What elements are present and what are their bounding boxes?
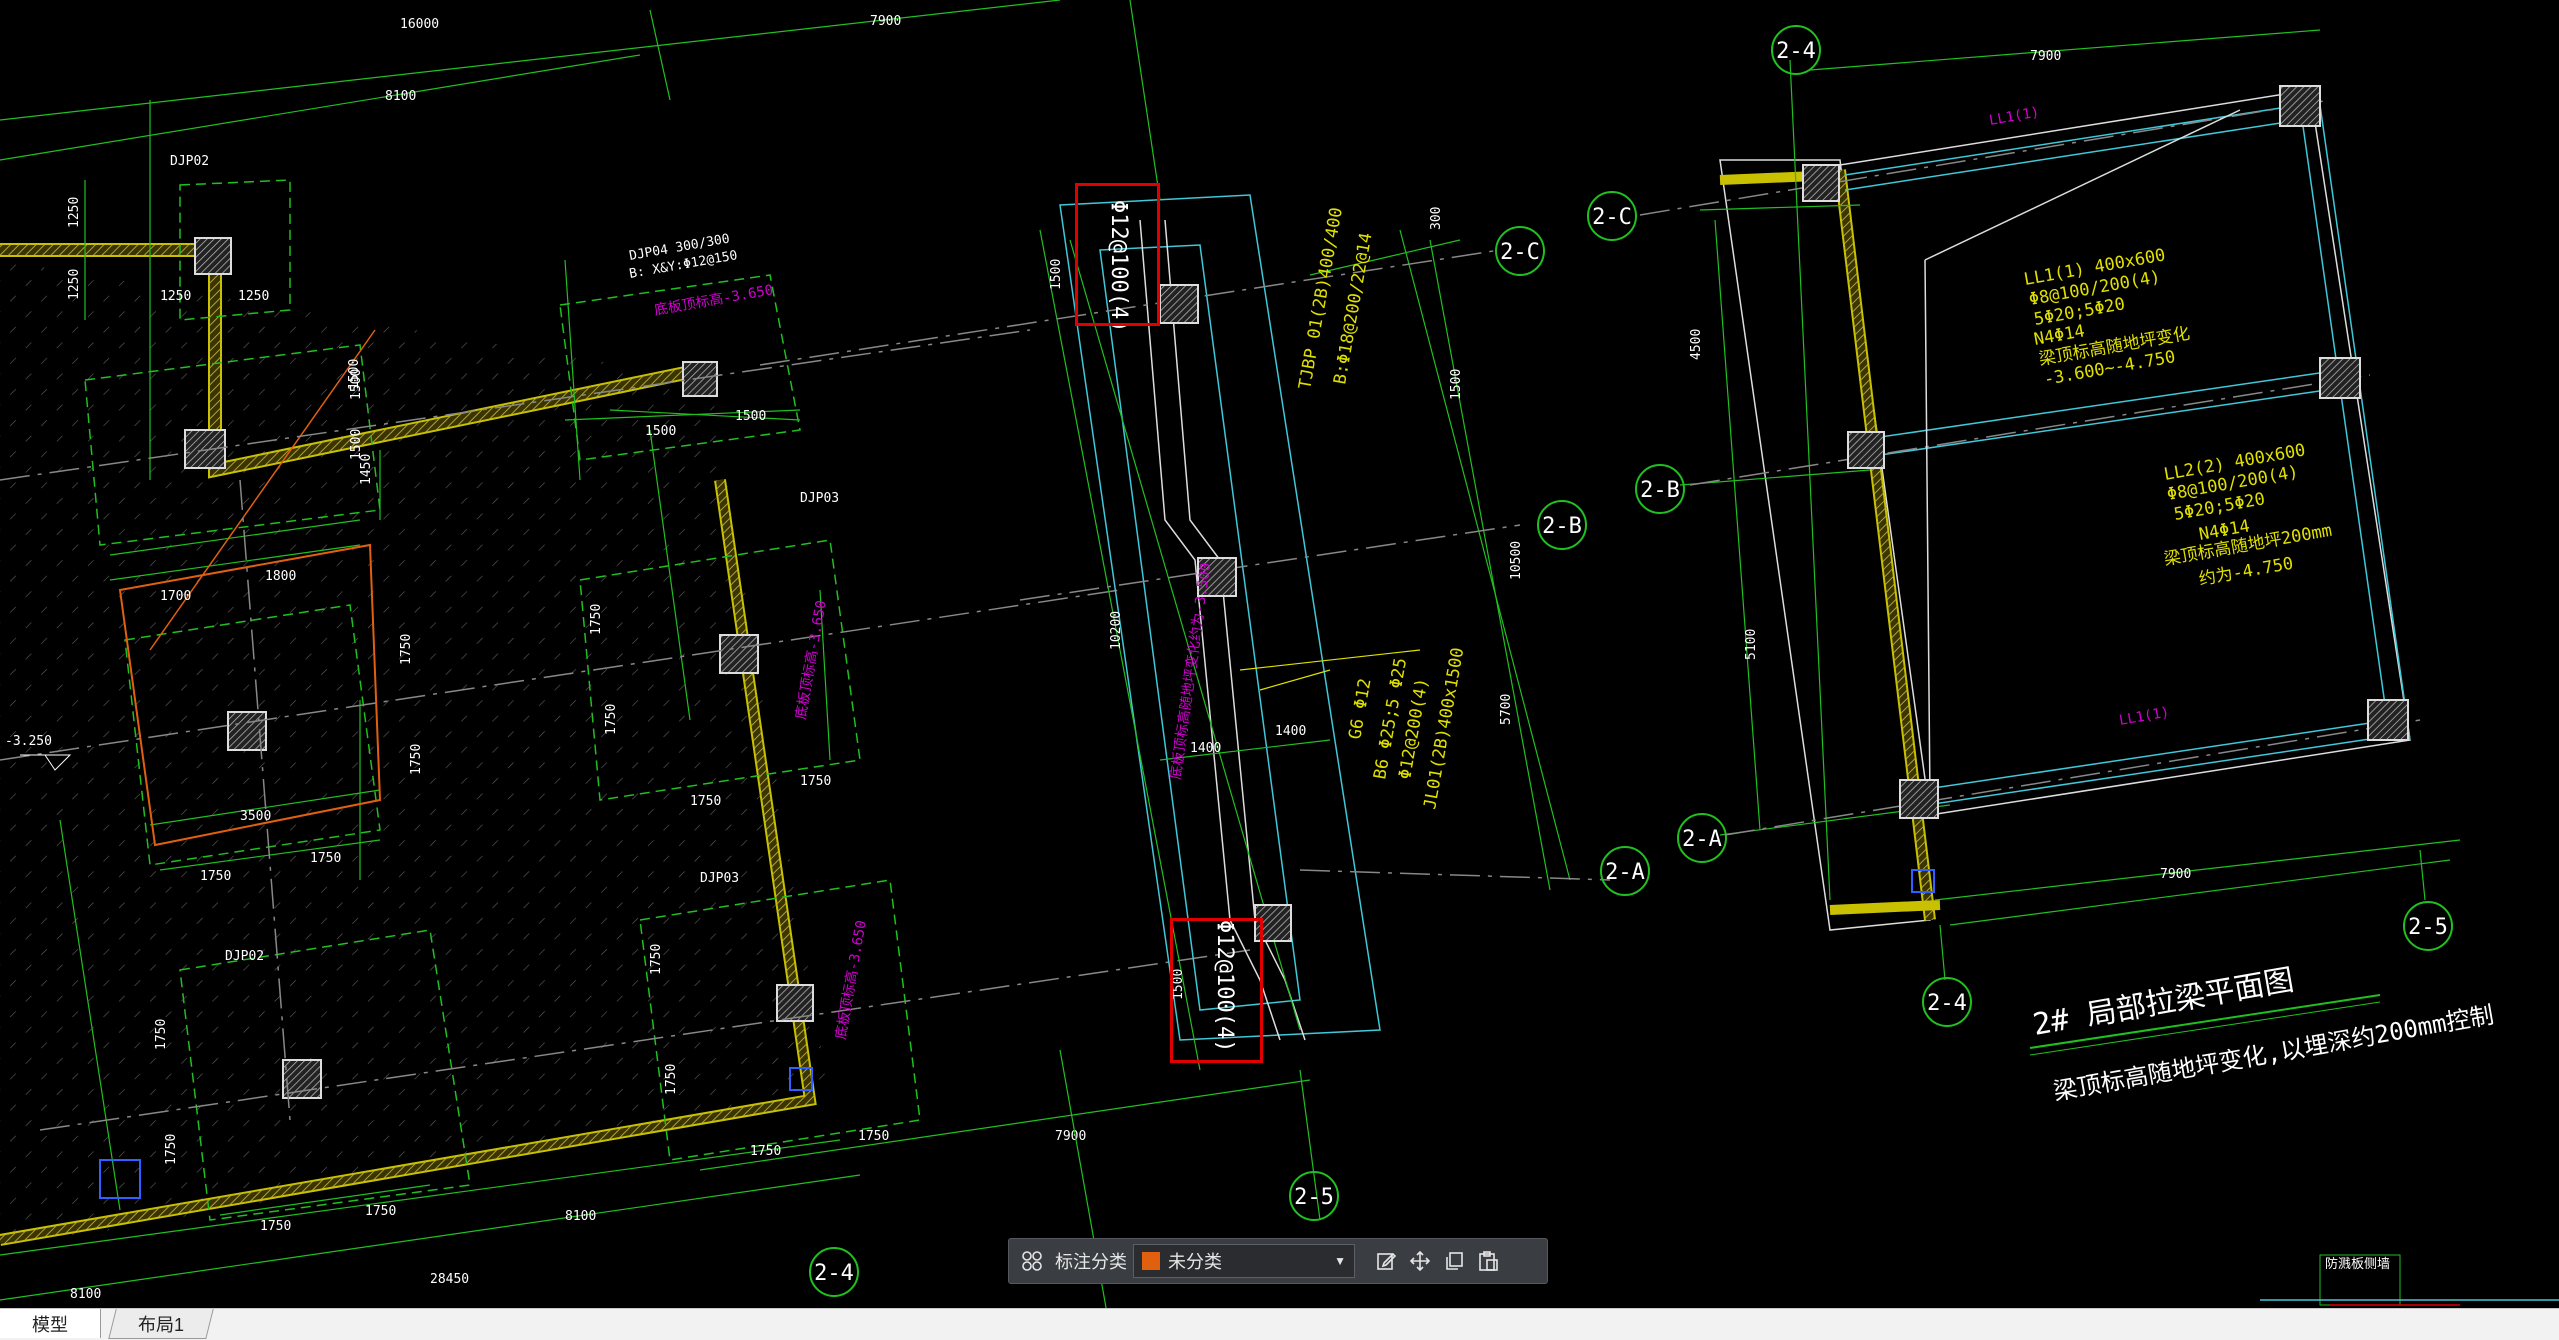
svg-text:1750: 1750 <box>310 851 341 866</box>
edit-icon[interactable] <box>1369 1244 1403 1278</box>
svg-text:3500: 3500 <box>240 809 271 824</box>
svg-text:2-B: 2-B <box>1640 478 1680 503</box>
tab-layout1[interactable]: 布局1 <box>108 1309 214 1339</box>
paste-icon[interactable] <box>1471 1244 1505 1278</box>
tab-model-label: 模型 <box>32 1314 68 1335</box>
cad-drawing-canvas[interactable]: 16000 7900 8100 1250 1250 1250 1250 1500… <box>0 0 2559 1339</box>
svg-text:2-4: 2-4 <box>1927 991 1967 1016</box>
svg-text:2-5: 2-5 <box>2408 915 2448 940</box>
svg-text:5100: 5100 <box>1744 629 1759 660</box>
annotation-toolbar: 标注分类 未分类 ▼ <box>1008 1238 1548 1284</box>
svg-text:1750: 1750 <box>399 634 414 665</box>
svg-text:1500: 1500 <box>645 424 676 439</box>
svg-text:2-A: 2-A <box>1682 827 1722 852</box>
grid-axis-labels: 2-4 2-C 2-C 2-B 2-B 2-A 2-A 2-5 2-4 2-5 … <box>814 39 2448 1286</box>
svg-text:LL1(1): LL1(1) <box>1988 104 2041 129</box>
category-color-swatch <box>1142 1252 1160 1270</box>
svg-text:1750: 1750 <box>164 1134 179 1165</box>
svg-text:2-5: 2-5 <box>1294 1185 1334 1210</box>
svg-text:1400: 1400 <box>1190 741 1221 756</box>
svg-text:7900: 7900 <box>1055 1129 1086 1144</box>
svg-text:1750: 1750 <box>604 704 619 735</box>
right-detail-plan: 7900 4500 5100 7900 LL1(1) LL1(1) LL1(1)… <box>1639 29 2559 1306</box>
svg-text:300: 300 <box>1429 207 1444 230</box>
svg-text:2-4: 2-4 <box>814 1261 854 1286</box>
layout-tab-strip: 模型 布局1 <box>0 1308 2559 1340</box>
svg-text:DJP02: DJP02 <box>225 949 264 964</box>
svg-text:1250: 1250 <box>238 289 269 304</box>
svg-text:1800: 1800 <box>265 569 296 584</box>
svg-text:8100: 8100 <box>385 89 416 104</box>
svg-text:1500: 1500 <box>347 359 362 390</box>
svg-text:1750: 1750 <box>154 1019 169 1050</box>
rebar-highlight-bottom <box>1170 918 1263 1063</box>
svg-text:1750: 1750 <box>365 1204 396 1219</box>
svg-text:JL01(2B)400x1500: JL01(2B)400x1500 <box>1420 646 1468 811</box>
svg-text:1400: 1400 <box>1275 724 1306 739</box>
svg-text:-3.250: -3.250 <box>5 734 52 749</box>
svg-text:1750: 1750 <box>800 774 831 789</box>
tab-model[interactable]: 模型 <box>0 1309 101 1338</box>
svg-text:1250: 1250 <box>160 289 191 304</box>
svg-text:1450: 1450 <box>359 454 374 485</box>
svg-text:1500: 1500 <box>735 409 766 424</box>
svg-text:4500: 4500 <box>1689 329 1704 360</box>
svg-text:1750: 1750 <box>409 744 424 775</box>
rebar-highlight-top <box>1075 183 1160 326</box>
svg-text:2-C: 2-C <box>1500 240 1540 265</box>
svg-text:7900: 7900 <box>2160 867 2191 882</box>
svg-text:底板顶标高-3.650: 底板顶标高-3.650 <box>832 919 870 1041</box>
ll2-detail-label: LL2(2) 400x600 Φ8@100/200(4) 5Φ20;5Φ20 N… <box>2162 440 2333 590</box>
svg-text:1750: 1750 <box>649 944 664 975</box>
svg-text:16000: 16000 <box>400 17 439 32</box>
svg-text:1750: 1750 <box>690 794 721 809</box>
svg-text:1750: 1750 <box>858 1129 889 1144</box>
svg-text:10200: 10200 <box>1109 611 1124 650</box>
svg-text:1700: 1700 <box>160 589 191 604</box>
svg-text:防溅板侧墙: 防溅板侧墙 <box>2325 1256 2390 1272</box>
svg-text:10500: 10500 <box>1509 541 1524 580</box>
svg-text:G6 Φ12: G6 Φ12 <box>1345 677 1375 741</box>
svg-text:2-4: 2-4 <box>1776 39 1816 64</box>
svg-text:1750: 1750 <box>750 1144 781 1159</box>
svg-text:8100: 8100 <box>70 1287 101 1302</box>
svg-text:LL1(1): LL1(1) <box>2118 704 2171 729</box>
tab-layout1-label: 布局1 <box>138 1314 185 1335</box>
svg-text:1250: 1250 <box>67 197 82 228</box>
chevron-down-icon: ▼ <box>1334 1254 1346 1268</box>
svg-text:1750: 1750 <box>664 1064 679 1095</box>
svg-text:28450: 28450 <box>430 1272 469 1287</box>
copy-icon[interactable] <box>1437 1244 1471 1278</box>
svg-text:8100: 8100 <box>565 1209 596 1224</box>
svg-text:1750: 1750 <box>589 604 604 635</box>
svg-text:底板顶标高-3.650: 底板顶标高-3.650 <box>653 281 775 319</box>
svg-text:1500: 1500 <box>1049 259 1064 290</box>
grid-icon[interactable] <box>1015 1244 1049 1278</box>
annotation-category-select[interactable]: 未分类 ▼ <box>1133 1244 1355 1278</box>
svg-text:1500: 1500 <box>1449 369 1464 400</box>
svg-text:1750: 1750 <box>260 1219 291 1234</box>
svg-text:DJP03: DJP03 <box>700 871 739 886</box>
svg-text:1750: 1750 <box>200 869 231 884</box>
svg-text:7900: 7900 <box>870 14 901 29</box>
svg-text:2-A: 2-A <box>1605 860 1645 885</box>
svg-text:DJP03: DJP03 <box>800 491 839 506</box>
svg-text:2-B: 2-B <box>1542 514 1582 539</box>
svg-text:1250: 1250 <box>67 269 82 300</box>
svg-text:2-C: 2-C <box>1592 205 1632 230</box>
svg-text:DJP02: DJP02 <box>170 154 209 169</box>
svg-text:5700: 5700 <box>1499 694 1514 725</box>
ll1-detail-label: LL1(1) 400x600 Φ8@100/200(4) 5Φ20;5Φ20 N… <box>2022 245 2191 390</box>
move-icon[interactable] <box>1403 1244 1437 1278</box>
svg-text:7900: 7900 <box>2030 49 2061 64</box>
annotation-category-label: 标注分类 <box>1055 1252 1127 1272</box>
drawing-title: 2# 局部拉梁平面图 <box>2030 963 2296 1043</box>
category-selected-value: 未分类 <box>1168 1252 1222 1272</box>
